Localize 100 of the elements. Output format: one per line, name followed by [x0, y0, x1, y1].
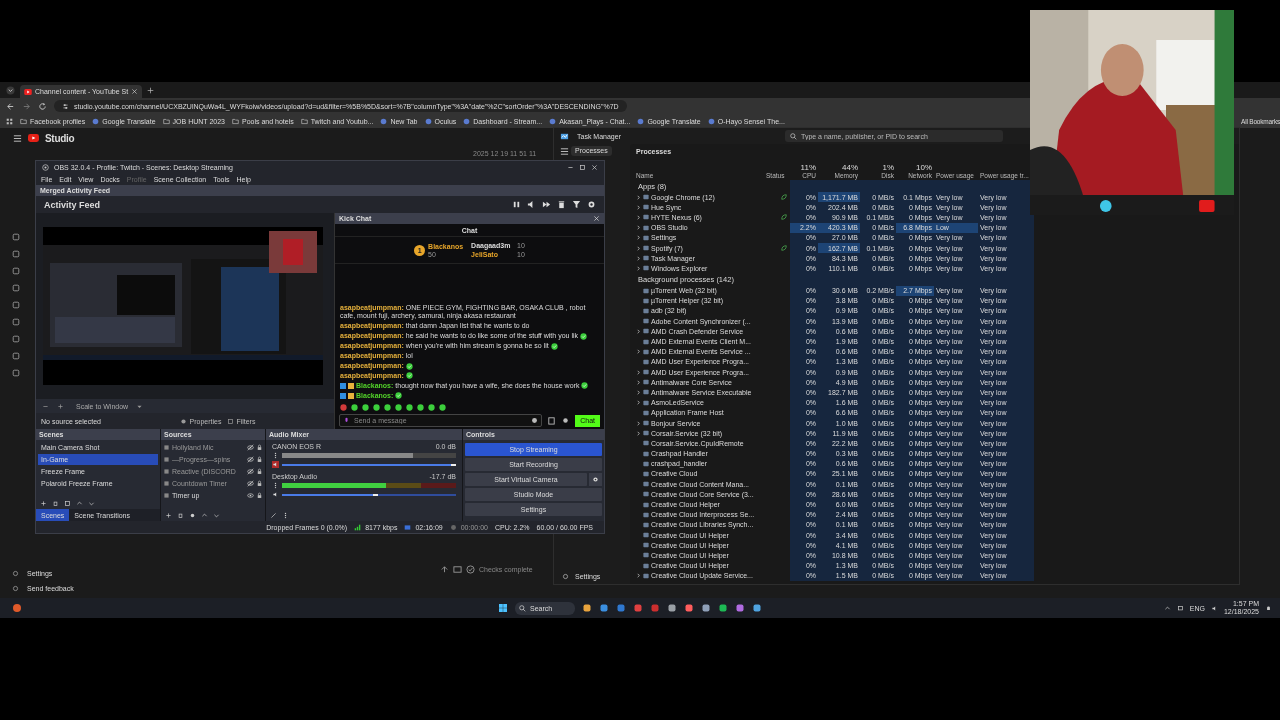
speaker-icon[interactable] [1210, 604, 1218, 612]
reload-icon[interactable] [38, 101, 47, 111]
site-info-icon [62, 102, 69, 110]
globe-icon [424, 117, 432, 125]
chevron-icon[interactable] [636, 573, 641, 579]
search-icon [790, 132, 797, 140]
more-icon[interactable] [282, 512, 289, 519]
upload-icon [440, 565, 449, 574]
gear-icon[interactable] [189, 512, 196, 519]
hidden-eye-icon[interactable] [247, 468, 254, 475]
emote-icon [395, 392, 403, 400]
gear-icon [180, 417, 188, 425]
down-icon[interactable] [88, 500, 95, 507]
folder-icon [162, 117, 170, 125]
globe-icon [707, 117, 715, 125]
gear-icon [12, 570, 19, 577]
calendar-icon[interactable] [547, 416, 557, 425]
microphone-icon [343, 417, 350, 424]
skip-icon[interactable] [542, 200, 551, 209]
nav-icon[interactable] [12, 335, 20, 343]
tab-list-icon[interactable] [6, 85, 15, 95]
emote-icon [405, 372, 413, 380]
plus-icon[interactable] [57, 402, 64, 410]
more-icon[interactable] [272, 482, 279, 489]
pause-icon[interactable] [512, 200, 521, 209]
gear-icon [12, 585, 19, 592]
emoji-icon[interactable] [531, 417, 539, 424]
app-icon [42, 163, 49, 171]
lock-icon[interactable] [256, 480, 263, 487]
emote-icon [405, 362, 413, 370]
folder-icon [300, 117, 308, 125]
lock-icon[interactable] [256, 456, 263, 463]
nav-icon[interactable] [12, 318, 20, 326]
volume-slider[interactable] [282, 493, 456, 496]
chevron-icon[interactable] [1163, 604, 1171, 612]
globe-icon [380, 117, 388, 125]
settings-icon[interactable] [587, 200, 596, 209]
emote-icon [580, 332, 587, 340]
gear-icon [592, 476, 599, 483]
nav-icon[interactable] [12, 301, 20, 309]
record-icon [449, 523, 457, 531]
back-icon[interactable] [6, 101, 15, 111]
leaf-icon [781, 245, 787, 252]
leaf-icon [781, 194, 787, 201]
lock-icon[interactable] [256, 444, 263, 451]
nav-icon[interactable] [12, 233, 20, 241]
up-icon[interactable] [76, 500, 83, 507]
up-icon[interactable] [201, 512, 208, 519]
settings-button[interactable] [589, 473, 602, 486]
search-icon [519, 604, 526, 612]
panel-title: Activity Feed [44, 199, 101, 210]
nav-icon[interactable] [12, 267, 20, 275]
forward-icon[interactable] [22, 101, 31, 111]
volume-slider[interactable] [282, 463, 456, 466]
maximize-icon[interactable] [579, 163, 586, 171]
trash-icon[interactable] [52, 500, 59, 507]
new-tab-icon[interactable] [147, 86, 155, 94]
plus-icon[interactable] [165, 512, 172, 519]
stream-icon [404, 523, 412, 531]
nav-icon[interactable] [12, 250, 20, 258]
close-icon[interactable] [131, 88, 139, 95]
nav-icon[interactable] [12, 369, 20, 377]
nav-icon[interactable] [12, 352, 20, 360]
globe-icon [637, 117, 645, 125]
hidden-eye-icon[interactable] [247, 456, 254, 463]
apps-icon[interactable] [6, 117, 13, 125]
muted-speaker-icon[interactable] [272, 461, 279, 468]
speaker-icon[interactable] [272, 491, 279, 498]
menu-icon[interactable] [560, 146, 569, 156]
lock-icon[interactable] [256, 492, 263, 499]
nav-icon[interactable] [12, 284, 20, 292]
eye-icon[interactable] [247, 492, 254, 499]
close-icon[interactable] [591, 163, 598, 171]
hidden-eye-icon[interactable] [247, 444, 254, 451]
folder-icon [20, 117, 27, 125]
app-icon [560, 131, 569, 141]
trash-icon[interactable] [557, 200, 566, 209]
play-icon [24, 88, 32, 95]
lock-icon[interactable] [256, 468, 263, 475]
close-icon[interactable] [593, 215, 600, 222]
hidden-eye-icon[interactable] [247, 480, 254, 487]
trash-icon[interactable] [177, 512, 184, 519]
settings-icon[interactable] [561, 416, 571, 425]
gear-icon [562, 573, 569, 580]
down-icon[interactable] [213, 512, 220, 519]
folder-icon [231, 117, 239, 125]
weather-icon[interactable] [12, 603, 22, 613]
chevron-icon[interactable] [636, 349, 641, 355]
signal-icon [354, 523, 362, 531]
start-icon[interactable] [498, 603, 508, 613]
chevron-icon[interactable] [636, 328, 641, 334]
plus-icon[interactable] [40, 500, 47, 507]
menu-icon[interactable] [13, 133, 22, 143]
emote-icon [581, 382, 589, 390]
notification-icon[interactable] [1265, 604, 1272, 612]
more-icon[interactable] [272, 452, 279, 459]
app-title: Studio [45, 132, 75, 144]
leaf-icon [781, 214, 787, 221]
globe-icon [463, 117, 471, 125]
globe-icon [549, 117, 557, 125]
